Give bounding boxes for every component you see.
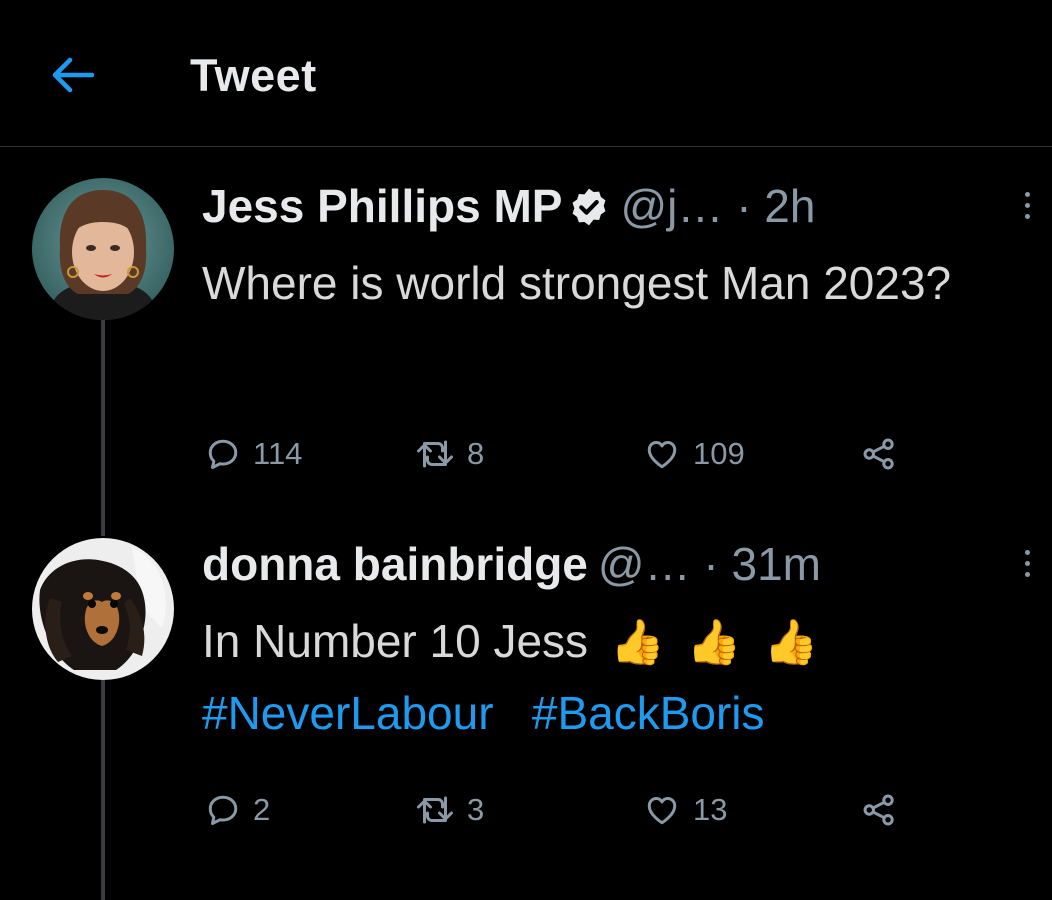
reply-icon <box>208 795 238 825</box>
hashtag-link[interactable]: #NeverLabour <box>202 687 494 739</box>
reply-count: 114 <box>253 436 303 471</box>
more-options-button[interactable] <box>1022 192 1032 222</box>
heart-icon <box>647 440 677 469</box>
more-options-button[interactable] <box>1022 550 1032 580</box>
top-bar: Tweet <box>0 0 1052 147</box>
like-button[interactable]: 13 <box>643 790 727 830</box>
user-handle[interactable]: @… <box>598 538 691 590</box>
user-handle[interactable]: @j… <box>620 180 723 232</box>
reply-button[interactable]: 2 <box>205 790 270 830</box>
heart-icon <box>647 796 677 825</box>
tweet[interactable]: donna bainbridge @… · 31m In Number 10 Je… <box>0 536 1052 836</box>
tweet[interactable]: Jess Phillips MP @j… · 2h Where is world … <box>0 178 1052 478</box>
like-count: 109 <box>693 436 745 471</box>
retweet-button[interactable]: 3 <box>415 790 484 830</box>
tweet-actions: 2 3 13 <box>205 790 925 830</box>
retweet-button[interactable]: 8 <box>415 434 484 474</box>
page-title: Tweet <box>190 50 317 101</box>
header-divider <box>0 146 1052 147</box>
thumbs-up-emoji: 👍 <box>686 618 742 667</box>
share-icon <box>863 438 894 470</box>
display-name[interactable]: Jess Phillips MP <box>202 180 562 232</box>
like-count: 13 <box>693 792 728 827</box>
arrow-left-icon <box>52 57 95 93</box>
tweet-header: Jess Phillips MP @j… · 2h <box>202 178 815 238</box>
tweet-actions: 114 8 109 <box>205 434 925 474</box>
separator-dot: · <box>703 538 719 590</box>
reply-count: 2 <box>253 792 271 827</box>
verified-badge-icon <box>568 184 610 240</box>
like-button[interactable]: 109 <box>643 434 745 474</box>
reply-button[interactable]: 114 <box>205 434 302 474</box>
tweet-text-content: In Number 10 Jess <box>202 615 589 667</box>
retweet-icon <box>417 796 453 824</box>
display-name[interactable]: donna bainbridge <box>202 538 588 590</box>
retweet-icon <box>417 440 453 468</box>
tweet-header: donna bainbridge @… · 31m <box>202 536 821 596</box>
thumbs-up-emoji: 👍 <box>610 618 665 667</box>
retweet-count: 8 <box>467 436 485 471</box>
timestamp[interactable]: 2h <box>764 180 815 232</box>
reply-icon <box>208 439 238 469</box>
back-button[interactable] <box>48 52 98 98</box>
share-icon <box>863 794 894 826</box>
share-button[interactable] <box>859 790 899 830</box>
hashtag-link[interactable]: #BackBoris <box>532 687 765 739</box>
timestamp[interactable]: 31m <box>731 538 820 590</box>
thumbs-up-emoji: 👍 <box>763 618 819 667</box>
separator-dot: · <box>736 180 752 232</box>
retweet-count: 3 <box>467 792 485 827</box>
tweet-text: In Number 10 Jess 👍 👍 👍 #NeverLabour #BackB… <box>202 606 1042 748</box>
share-button[interactable] <box>859 434 899 474</box>
tweet-text: Where is world strongest Man 2023? <box>202 257 952 309</box>
